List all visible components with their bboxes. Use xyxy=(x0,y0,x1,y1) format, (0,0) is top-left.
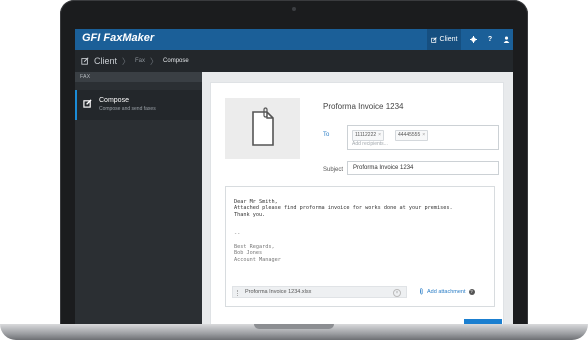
sidebar-item-title: Compose xyxy=(99,97,129,104)
recipient-chip[interactable]: 11112222 × xyxy=(352,130,385,141)
attachment-item[interactable]: Proforma Invoice 1234.xlsx × xyxy=(232,286,407,298)
client-nav-label: Client xyxy=(439,36,458,43)
client-nav-button[interactable]: Client xyxy=(427,29,461,50)
paperclip-icon xyxy=(420,288,423,295)
breadcrumb-fax[interactable]: Fax xyxy=(135,58,145,64)
attachment-name: Proforma Invoice 1234.xlsx xyxy=(245,289,312,295)
remove-attachment-icon[interactable]: × xyxy=(393,289,401,297)
add-recipients-placeholder[interactable]: Add recipients... xyxy=(352,141,388,147)
main-content: Proforma Invoice 1234 To 11112222 × 44445… xyxy=(202,72,513,324)
breadcrumb: Client 〉 Fax 〉 Compose xyxy=(75,50,513,72)
sidebar: FAX Compose Compose and send faxes xyxy=(75,72,202,324)
recipients-field[interactable]: 11112222 × 44445555 × Add recipients... xyxy=(347,125,499,150)
subject-input[interactable]: Proforma Invoice 1234 xyxy=(347,161,499,175)
user-icon xyxy=(503,36,509,43)
breadcrumb-separator: 〉 xyxy=(122,56,131,66)
document-thumbnail xyxy=(225,98,300,159)
document-title: Proforma Invoice 1234 xyxy=(323,102,404,111)
document-icon xyxy=(252,107,274,146)
sidebar-item-subtitle: Compose and send faxes xyxy=(99,106,156,112)
help-icon[interactable]: ? xyxy=(468,288,475,295)
help-icon: ? xyxy=(487,36,493,43)
to-label: To xyxy=(323,132,330,138)
add-attachment-button[interactable]: Add attachment ? xyxy=(419,288,475,295)
edit-icon xyxy=(430,36,437,43)
drag-handle-icon[interactable] xyxy=(237,290,240,296)
edit-icon xyxy=(83,99,92,108)
edit-icon xyxy=(81,57,89,65)
message-body-editor[interactable]: Dear Mr Smith, Attached please find prof… xyxy=(225,186,495,307)
sidebar-section-title: FAX xyxy=(75,72,202,82)
breadcrumb-compose: Compose xyxy=(163,58,189,64)
top-bar: GFI FaxMaker Client ? xyxy=(75,29,513,50)
app-screen: GFI FaxMaker Client ? Client 〉 Fax 〉 Com… xyxy=(75,29,513,324)
sidebar-item-compose[interactable]: Compose Compose and send faxes xyxy=(75,90,202,120)
breadcrumb-separator: 〉 xyxy=(150,56,159,66)
user-button[interactable] xyxy=(499,29,513,50)
add-attachment-label: Add attachment xyxy=(427,288,466,295)
gear-icon xyxy=(469,36,477,43)
recipient-chip[interactable]: 44445555 × xyxy=(395,130,429,141)
laptop-notch xyxy=(254,324,334,329)
compose-card: Proforma Invoice 1234 To 11112222 × 44445… xyxy=(211,83,503,324)
brand-logo: GFI FaxMaker xyxy=(82,32,155,44)
camera-dot xyxy=(292,7,296,11)
message-body-text: Dear Mr Smith, Attached please find prof… xyxy=(234,199,453,263)
remove-recipient-icon[interactable]: × xyxy=(422,132,425,138)
breadcrumb-client[interactable]: Client xyxy=(94,56,117,66)
subject-label: Subject xyxy=(323,167,344,173)
settings-button[interactable] xyxy=(465,29,481,50)
remove-recipient-icon[interactable]: × xyxy=(378,132,381,138)
help-button[interactable]: ? xyxy=(483,29,497,50)
